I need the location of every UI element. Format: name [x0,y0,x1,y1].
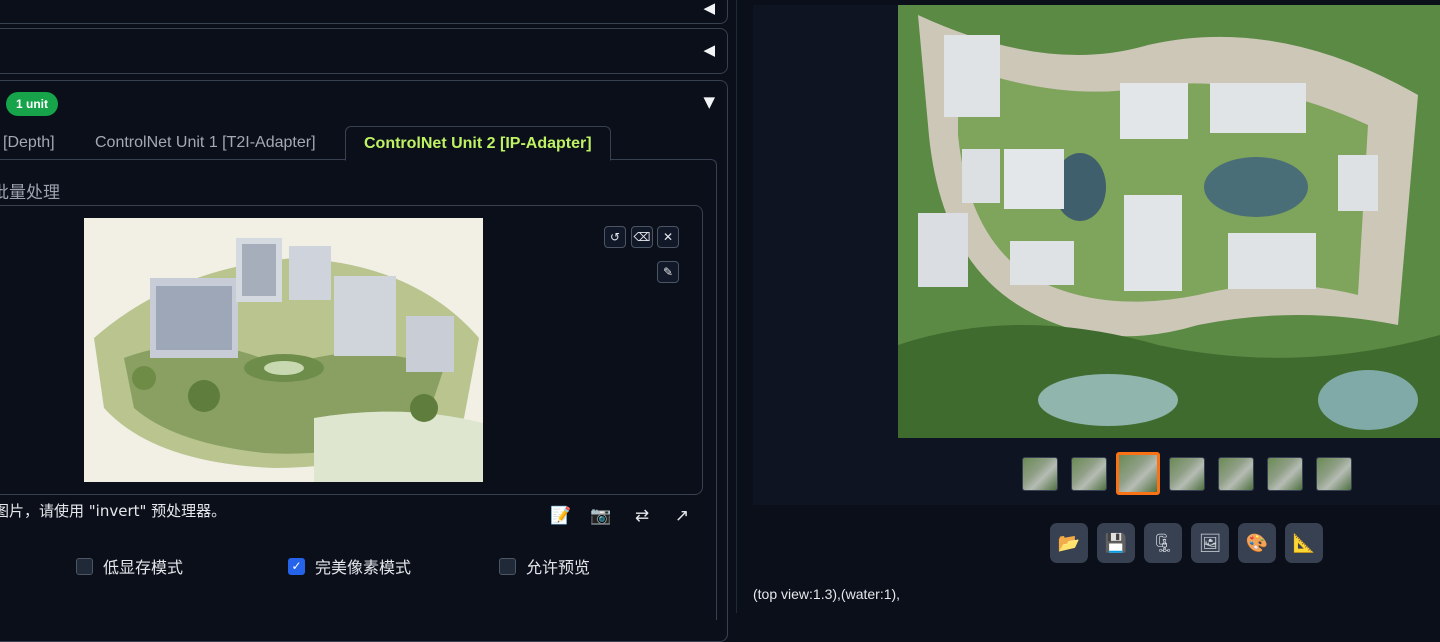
section-title: 批量处理 [0,183,60,203]
tab-controlnet-unit-1[interactable]: ControlNet Unit 1 [T2I-Adapter] [95,126,316,159]
allow-preview-checkbox[interactable]: 允许预览 [499,554,590,578]
gallery-thumbnail[interactable] [1022,457,1058,491]
checkbox-box[interactable] [76,557,93,575]
tab-controlnet-unit-0[interactable]: [Depth] [3,126,55,159]
send-icon[interactable]: ↗ [670,506,694,530]
palette-icon: 🎨 [1245,532,1269,554]
collapse-arrow-icon[interactable]: ◀ [703,41,715,59]
archive-icon: 🗜 [1151,532,1175,554]
checkbox-box[interactable] [499,557,516,575]
invert-hint-text: 图片，请使用 "invert" 预处理器。 [0,502,227,520]
generated-image[interactable] [898,5,1440,438]
low-vram-label: 低显存模式 [103,558,184,577]
undo-icon[interactable]: ↺ [604,226,626,248]
checkbox-checked-icon[interactable]: ✓ [288,557,305,575]
accordion-collapsed-2[interactable]: ◀ [0,28,728,74]
accordion-collapsed-1[interactable]: ◀ [0,0,728,24]
gallery-thumbnail[interactable] [1316,457,1352,491]
save-icon: 💾 [1104,532,1128,554]
folder-icon: 📂 [1057,532,1081,554]
send-to-img2img-button[interactable]: 🖼 [1191,523,1229,563]
unit-count-badge: 1 unit [6,92,58,116]
tab-controlnet-unit-2[interactable]: ControlNet Unit 2 [IP-Adapter] [345,126,611,161]
gallery-thumbnail-selected[interactable] [1116,452,1160,495]
pixel-perfect-checkbox[interactable]: ✓ 完美像素模式 [288,554,411,578]
open-folder-button[interactable]: 📂 [1050,523,1088,563]
edit-icon[interactable]: 📝 [549,506,573,530]
gallery-thumbnail[interactable] [1267,457,1303,491]
reference-image [84,218,483,482]
save-button[interactable]: 💾 [1097,523,1135,563]
gallery-thumbnail[interactable] [1218,457,1254,491]
ruler-icon: 📐 [1292,532,1316,554]
close-icon[interactable]: ✕ [657,226,679,248]
gallery-thumbnail[interactable] [1071,457,1107,491]
eraser-icon[interactable]: ⌫ [631,226,653,248]
send-to-inpaint-button[interactable]: 🎨 [1238,523,1276,563]
low-vram-checkbox[interactable]: 低显存模式 [76,554,183,578]
expand-arrow-icon[interactable]: ▼ [703,93,715,111]
zip-button[interactable]: 🗜 [1144,523,1182,563]
pixel-perfect-label: 完美像素模式 [315,558,412,577]
send-to-extras-button[interactable]: 📐 [1285,523,1323,563]
swap-icon[interactable]: ⇄ [630,506,654,530]
collapse-arrow-icon[interactable]: ◀ [703,0,715,17]
camera-icon[interactable]: 📷 [589,506,613,530]
gallery-thumbnail[interactable] [1169,457,1205,491]
brush-icon[interactable]: ✎ [657,261,679,283]
image-icon: 🖼 [1198,532,1222,554]
generation-prompt-text: (top view:1.3),(water:1), [753,586,901,602]
panel-divider [736,0,737,613]
allow-preview-label: 允许预览 [526,558,591,577]
